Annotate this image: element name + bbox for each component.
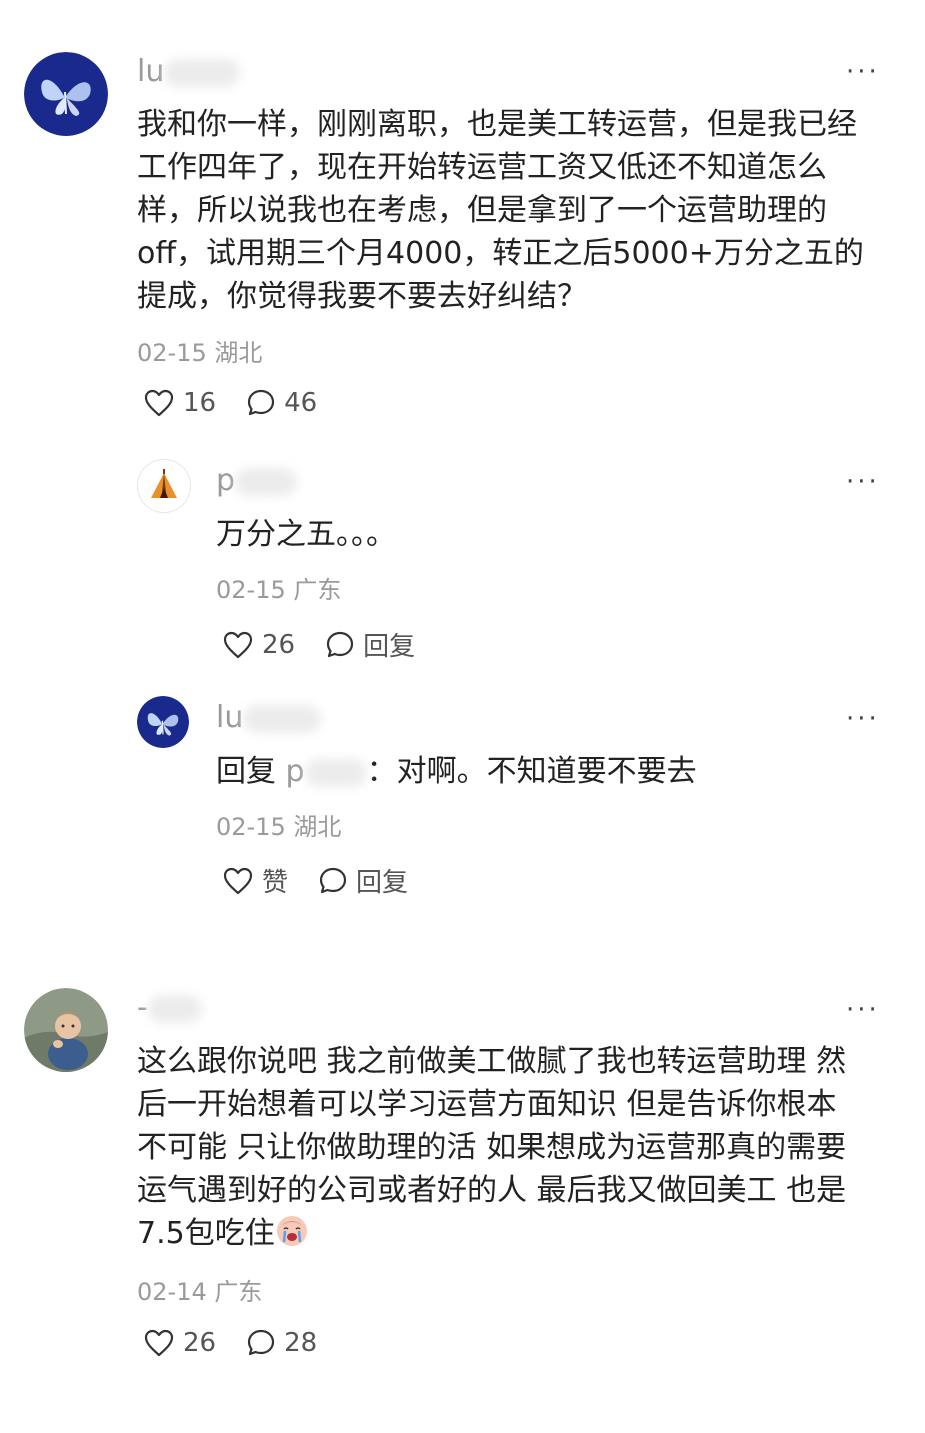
avatar[interactable] bbox=[24, 52, 108, 136]
butterfly-avatar-icon bbox=[24, 52, 108, 136]
reply-username[interactable]: lu bbox=[216, 698, 322, 738]
comment-button[interactable]: 46 bbox=[246, 388, 317, 418]
reply-location: 广东 bbox=[293, 576, 342, 604]
like-count: 26 bbox=[262, 629, 296, 660]
comment-meta: 02-15 湖北 bbox=[137, 338, 262, 368]
avatar[interactable] bbox=[24, 988, 108, 1072]
tent-avatar-icon bbox=[138, 460, 190, 512]
comment-button[interactable]: 28 bbox=[246, 1328, 317, 1358]
like-count: 26 bbox=[183, 1328, 217, 1358]
comment-meta: 02-14 广东 bbox=[137, 1277, 262, 1307]
comment-location: 广东 bbox=[214, 1278, 263, 1306]
like-button[interactable]: 16 bbox=[143, 388, 216, 418]
speech-bubble-icon bbox=[247, 1329, 275, 1356]
reply-body: 万分之五。。。 bbox=[216, 517, 396, 552]
heart-outline-icon bbox=[223, 867, 253, 894]
more-options-button[interactable]: ··· bbox=[846, 706, 880, 732]
like-button[interactable]: 26 bbox=[222, 630, 295, 660]
more-dots-icon: ··· bbox=[846, 704, 880, 734]
speech-bubble-icon bbox=[319, 867, 347, 893]
reply-actions: 赞 回复 bbox=[222, 862, 408, 899]
comment-thread: lu ··· 我和你一样，刚刚离职，也是美工转运营，但是我已经 工作四年了，现在… bbox=[0, 0, 925, 1433]
reply-date: 02-15 bbox=[216, 813, 286, 841]
comment-username[interactable]: lu bbox=[137, 52, 241, 92]
username-redaction bbox=[243, 704, 322, 733]
speech-bubble-icon bbox=[326, 631, 354, 657]
comment-date: 02-14 bbox=[137, 1278, 207, 1306]
comment-username[interactable]: - bbox=[137, 988, 202, 1028]
butterfly-avatar-icon bbox=[137, 696, 189, 748]
more-options-button[interactable]: ··· bbox=[846, 59, 880, 85]
baby-photo-avatar-icon bbox=[24, 988, 108, 1072]
more-dots-icon: ··· bbox=[846, 995, 880, 1025]
comment-actions: 16 46 bbox=[143, 388, 317, 418]
more-dots-icon: ··· bbox=[846, 467, 880, 497]
like-label: 赞 bbox=[262, 868, 289, 898]
reply-button[interactable]: 回复 bbox=[318, 862, 408, 899]
comment-body: 我和你一样，刚刚离职，也是美工转运营，但是我已经 工作四年了，现在开始转运营工资… bbox=[137, 107, 864, 314]
comment-actions: 26 28 bbox=[143, 1328, 317, 1358]
reply-meta: 02-15 广东 bbox=[216, 575, 341, 605]
more-dots-icon: ··· bbox=[846, 57, 880, 87]
username-redaction bbox=[147, 994, 202, 1023]
comment-location: 湖北 bbox=[214, 339, 263, 367]
more-options-button[interactable]: ··· bbox=[846, 997, 880, 1023]
like-button[interactable]: 赞 bbox=[222, 862, 288, 899]
comment-body: 这么跟你说吧 我之前做美工做腻了我也转运营助理 然 后一开始想着可以学习运营方面… bbox=[137, 1044, 847, 1251]
more-options-button[interactable]: ··· bbox=[846, 469, 880, 495]
comment-date: 02-15 bbox=[137, 339, 207, 367]
heart-outline-icon bbox=[144, 1329, 174, 1357]
reply-location: 湖北 bbox=[293, 813, 342, 841]
comment-count: 28 bbox=[284, 1328, 318, 1358]
reply-username[interactable]: p bbox=[216, 461, 298, 501]
heart-outline-icon bbox=[144, 389, 174, 417]
reply-button[interactable]: 回复 bbox=[325, 626, 415, 663]
reply-body: 回复 p ：对啊。不知道要不要去 bbox=[216, 754, 697, 789]
reply-avatar[interactable] bbox=[137, 696, 189, 748]
reply-to-username[interactable]: p bbox=[286, 754, 367, 789]
reply-date: 02-15 bbox=[216, 576, 286, 604]
crying-face-emoji bbox=[276, 1216, 307, 1246]
like-button[interactable]: 26 bbox=[143, 1328, 216, 1358]
speech-bubble-icon bbox=[247, 389, 275, 416]
reply-label: 回复 bbox=[363, 632, 416, 662]
reply-label: 回复 bbox=[356, 868, 409, 898]
reply-prefix: 回复 bbox=[216, 754, 276, 789]
reply-meta: 02-15 湖北 bbox=[216, 812, 341, 842]
like-count: 16 bbox=[183, 388, 217, 418]
username-redaction bbox=[304, 758, 367, 787]
heart-outline-icon bbox=[223, 631, 253, 658]
username-redaction bbox=[164, 58, 241, 87]
reply-avatar[interactable] bbox=[137, 459, 191, 513]
username-redaction bbox=[235, 467, 298, 496]
comment-count: 46 bbox=[284, 388, 318, 418]
reply-actions: 26 回复 bbox=[222, 626, 415, 663]
